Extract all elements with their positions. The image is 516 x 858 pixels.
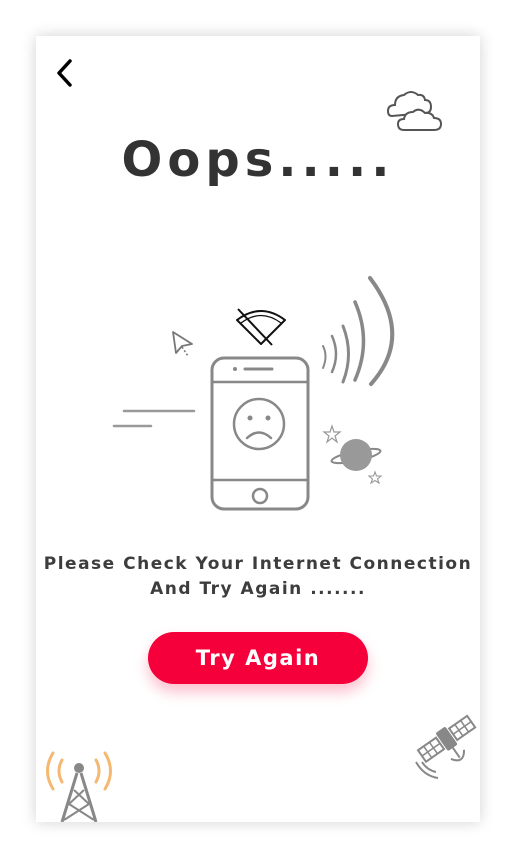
cursor-icon [172,331,193,357]
planet-icon [330,439,382,471]
wifi-off-icon [236,308,286,346]
error-message-line-2: And Try Again ....... [150,579,366,599]
error-screen: Oops..... Please Check Your Internet Con… [36,36,480,822]
error-message-line-1: Please Check Your Internet Connection [43,554,473,574]
error-message: Please Check Your Internet Connection An… [36,552,480,602]
try-again-button[interactable]: Try Again [148,632,368,684]
star-icon [322,424,342,444]
cloud-icon [386,91,443,131]
sad-phone-icon [210,356,310,511]
page-title: Oops..... [121,132,395,188]
back-button[interactable] [50,56,80,90]
signal-tower-icon [46,751,112,822]
satellite-icon [415,714,477,779]
signal-waves [322,276,395,386]
back-arrow-icon [57,59,72,87]
star-icon [367,470,383,485]
